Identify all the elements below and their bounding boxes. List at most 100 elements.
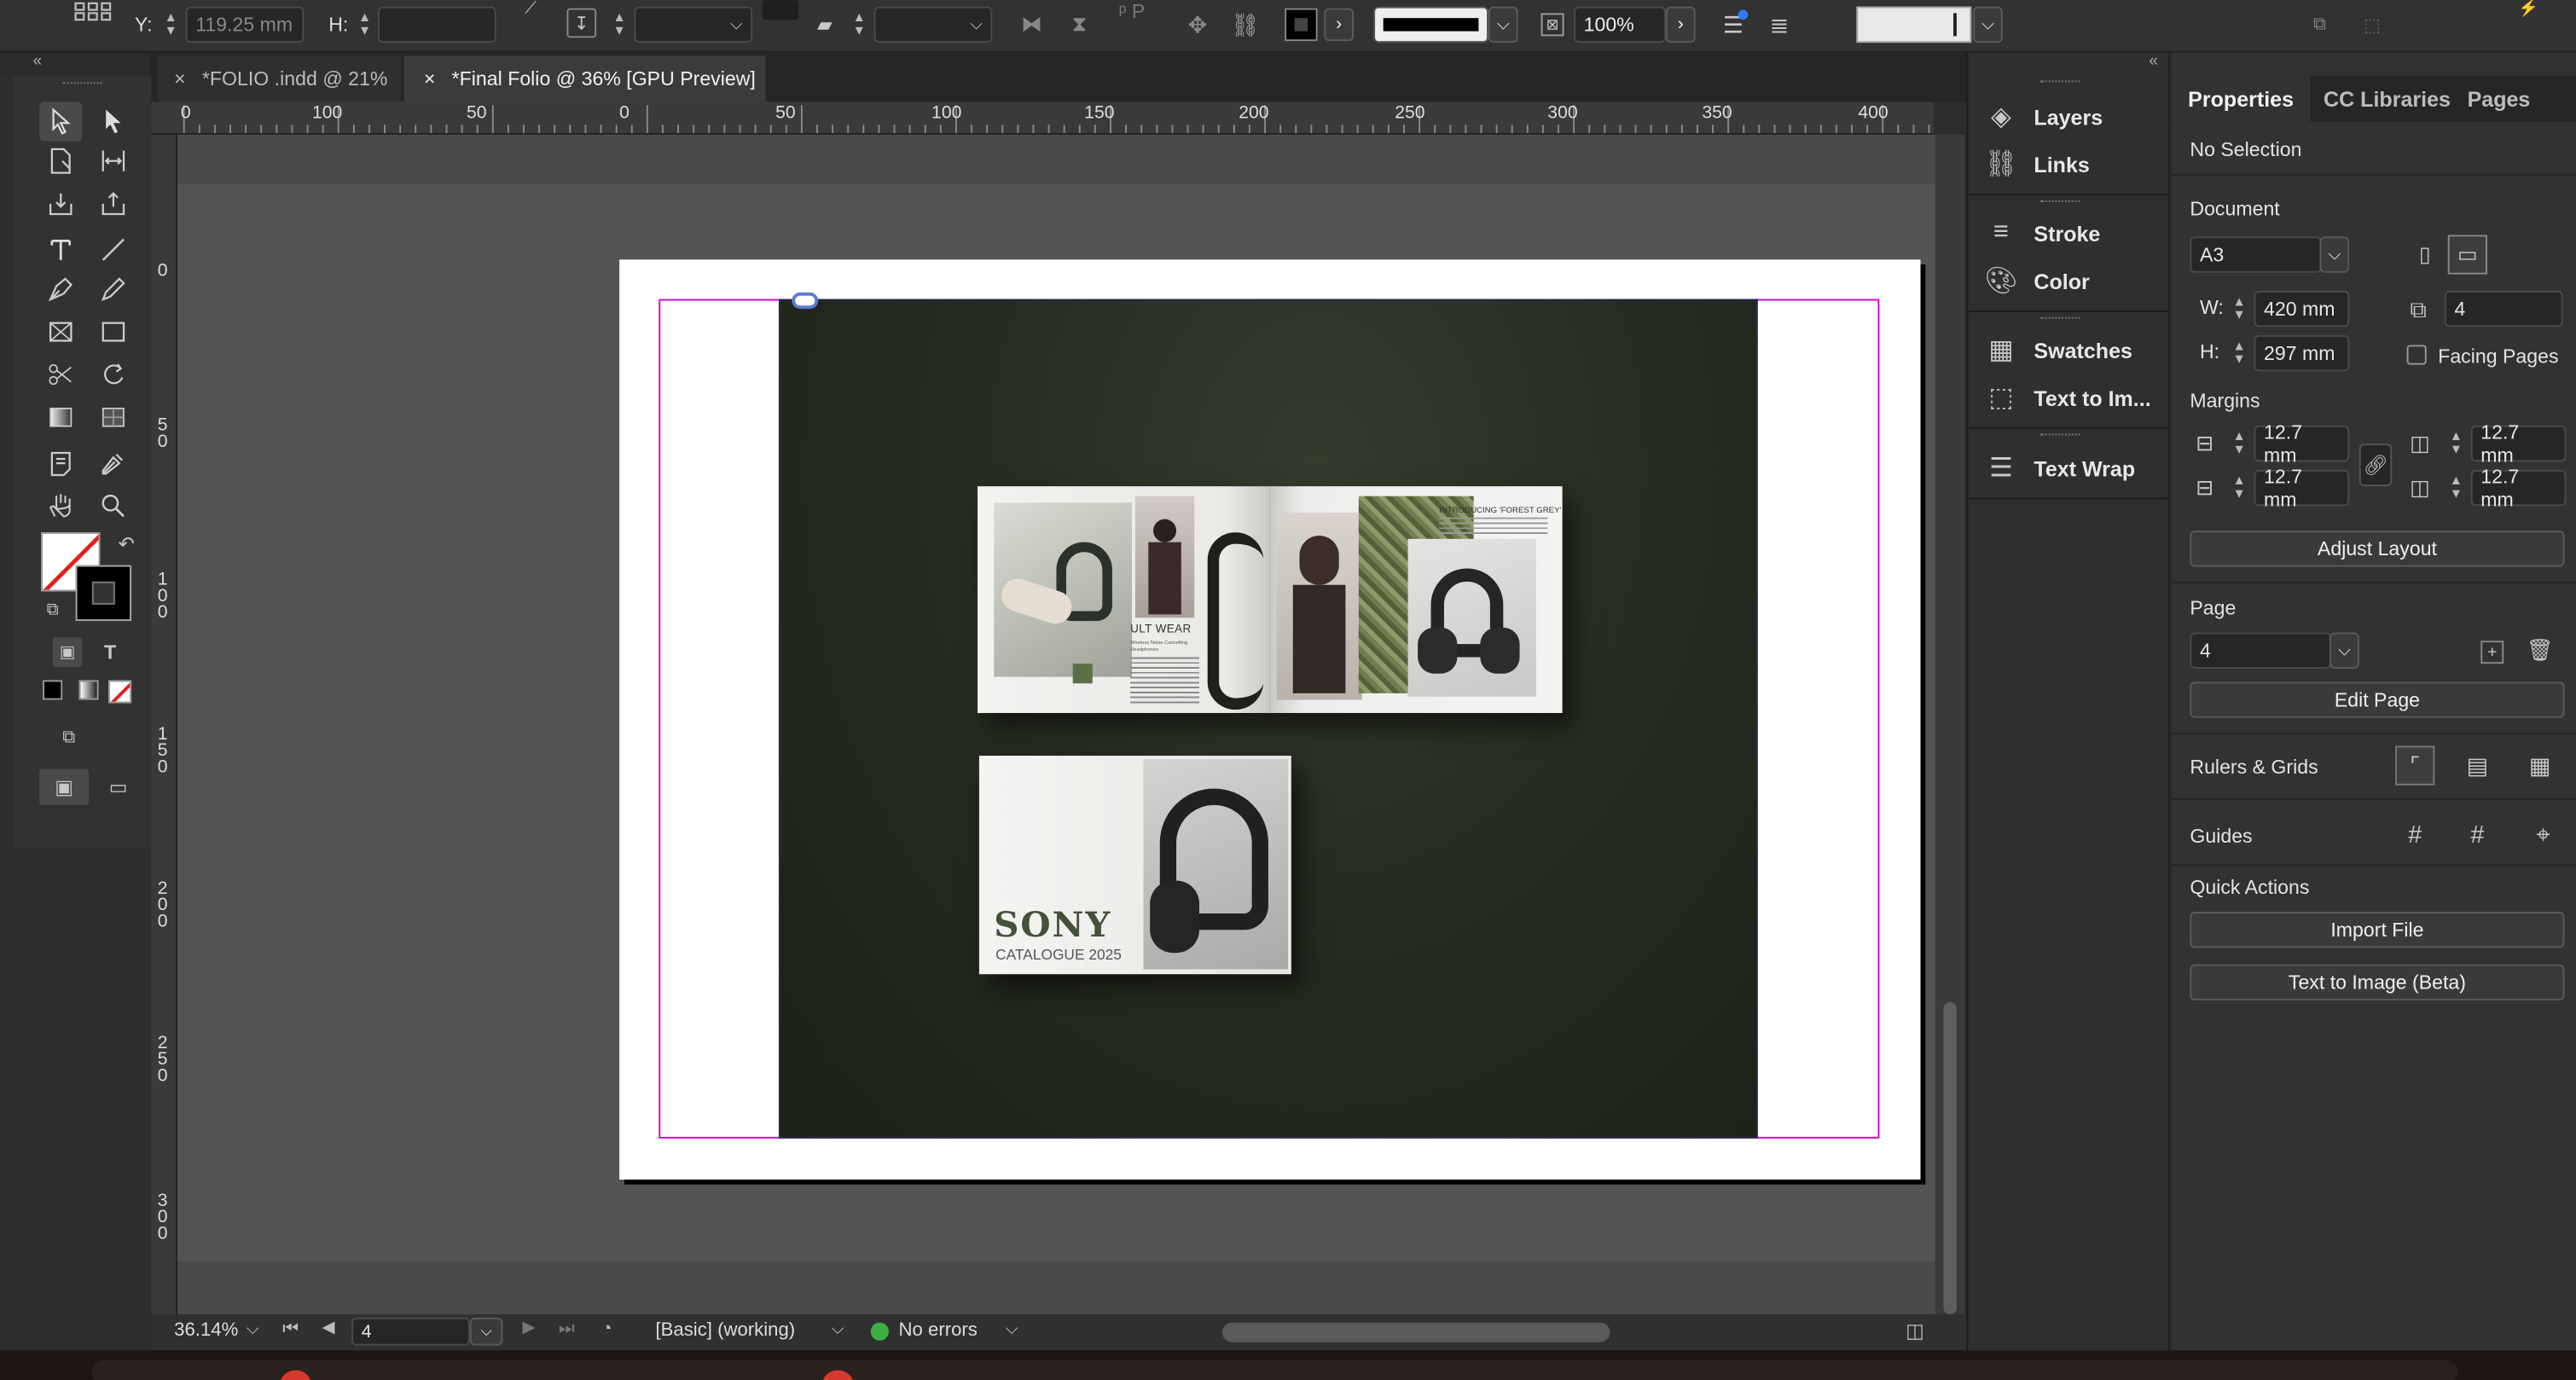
- toolbar-collapse-bar[interactable]: «: [0, 52, 152, 76]
- tab-properties[interactable]: Properties: [2172, 75, 2310, 122]
- gradient-feather-tool-icon[interactable]: [92, 397, 135, 437]
- flip-horizontal-icon[interactable]: ⧓: [1015, 10, 1048, 40]
- free-transform-tool-icon[interactable]: [92, 355, 135, 394]
- h-field[interactable]: [377, 6, 496, 43]
- rotate-field[interactable]: ⌵: [634, 6, 753, 43]
- document-preset-select[interactable]: A3: [2190, 236, 2322, 273]
- pages-count-field[interactable]: 4: [2444, 290, 2563, 328]
- margin-left-field[interactable]: 12.7 mm: [2470, 420, 2567, 467]
- margin-bottom-stepper[interactable]: ▲ ▼: [2228, 470, 2251, 506]
- vertical-scrollbar[interactable]: [1935, 134, 1965, 1314]
- shear-field[interactable]: ⌵: [873, 6, 993, 43]
- gradient-swatch-tool-icon[interactable]: [39, 397, 82, 437]
- show-guides-icon[interactable]: #: [2395, 815, 2434, 854]
- apply-color-icon[interactable]: [43, 680, 63, 700]
- zoom-tool-icon[interactable]: [92, 486, 135, 525]
- formatting-text-icon[interactable]: T: [96, 637, 125, 667]
- y-field[interactable]: 119.25 mm: [185, 6, 305, 43]
- zoom-dropdown-icon[interactable]: ⌵: [247, 1321, 259, 1339]
- zoom-level[interactable]: 36.14%: [174, 1321, 238, 1341]
- vertical-ruler[interactable]: 0 5 0 1 0 0 1 5 0 2 0 0 2 5 0 3 0 0: [151, 134, 178, 1314]
- object-style-field[interactable]: [1856, 6, 1972, 43]
- tab-final-folio[interactable]: × *Final Folio @ 36% [GPU Preview]: [403, 55, 766, 102]
- line-tool-icon[interactable]: [92, 230, 135, 270]
- page-tool-icon[interactable]: [39, 142, 82, 181]
- direct-selection-tool-icon[interactable]: [92, 101, 135, 141]
- horizontal-scroll-thumb[interactable]: [1221, 1322, 1610, 1342]
- delete-page-icon[interactable]: 🗑︎: [2527, 637, 2554, 664]
- width-field[interactable]: 420 mm: [2254, 290, 2350, 328]
- margin-top-field[interactable]: 12.7 mm: [2254, 420, 2350, 467]
- stroke-weight-field[interactable]: [1373, 6, 1488, 43]
- preview-mode-icon[interactable]: ▭: [102, 772, 135, 802]
- preflight-status[interactable]: No errors: [899, 1321, 978, 1341]
- selection-tool-icon[interactable]: [39, 101, 83, 142]
- facing-pages-checkbox[interactable]: [2406, 345, 2427, 365]
- tab-pages[interactable]: Pages: [2454, 76, 2543, 122]
- flip-vertical-icon[interactable]: ⧗: [1065, 7, 1094, 43]
- opacity-menu[interactable]: ›: [1665, 6, 1696, 43]
- normal-mode-icon[interactable]: ▣: [39, 768, 90, 805]
- object-style-menu[interactable]: ⌵: [1973, 6, 2003, 43]
- ruler-toggle-icon[interactable]: ⌜: [2395, 745, 2435, 786]
- panel-item-text-wrap[interactable]: ☰ Text Wrap: [1968, 447, 2168, 490]
- margin-top-stepper[interactable]: ▲ ▼: [2228, 426, 2251, 461]
- adjust-layout-button[interactable]: Adjust Layout: [2190, 531, 2565, 567]
- horizontal-ruler[interactable]: 0 100 50 0 50 100 150 200 250 300 350 40…: [151, 101, 1934, 135]
- page-number-dropdown[interactable]: ⌵: [469, 1317, 503, 1346]
- opacity-field[interactable]: 100%: [1574, 6, 1666, 43]
- panel-item-links[interactable]: ⛓ Links: [1968, 143, 2168, 186]
- page-select[interactable]: 4: [2190, 632, 2332, 669]
- landscape-orientation-button[interactable]: ▭: [2447, 235, 2487, 275]
- link-margins-icon[interactable]: 🔗︎: [2358, 444, 2393, 487]
- collapse-panels-icon[interactable]: «: [2149, 53, 2158, 71]
- h-stepper[interactable]: ▲ ▼: [353, 7, 376, 43]
- content-placer-icon[interactable]: [92, 184, 135, 223]
- eyedropper-tool-icon[interactable]: [92, 444, 135, 483]
- align-top-icon[interactable]: ↧: [566, 8, 597, 38]
- scissors-tool-icon[interactable]: [39, 355, 82, 394]
- preflight-status-dropdown-icon[interactable]: ⌵: [1006, 1321, 1018, 1339]
- vertical-scroll-thumb[interactable]: [1943, 1001, 1957, 1314]
- stroke-swatch[interactable]: [1285, 8, 1318, 42]
- tab-cc-libraries[interactable]: CC Libraries: [2317, 76, 2458, 122]
- document-grid-icon[interactable]: ▦: [2523, 749, 2556, 782]
- pen-tool-icon[interactable]: [39, 270, 82, 309]
- grip-group-2[interactable]: [2040, 200, 2080, 202]
- stroke-swatch-menu[interactable]: ›: [1324, 8, 1355, 42]
- rectangle-tool-icon[interactable]: [92, 312, 135, 351]
- frame-fitting-icon[interactable]: ⧉: [2303, 13, 2336, 36]
- y-stepper[interactable]: ▲ ▼: [160, 7, 183, 43]
- margin-right-field[interactable]: 12.7 mm: [2470, 465, 2567, 511]
- pencil-tool-icon[interactable]: [92, 270, 135, 309]
- artwork-image-frame[interactable]: ULT WEAR Wireless Noise Cancelling Headp…: [778, 292, 1758, 1139]
- height-field[interactable]: 297 mm: [2254, 334, 2350, 372]
- height-stepper[interactable]: ▲ ▼: [2228, 335, 2251, 371]
- grip-group-4[interactable]: [2040, 433, 2080, 436]
- lock-guides-icon[interactable]: #: [2457, 815, 2497, 854]
- pasteboard[interactable]: ULT WEAR Wireless Noise Cancelling Headp…: [177, 134, 1935, 1314]
- import-file-button[interactable]: Import File: [2190, 912, 2565, 948]
- panel-item-color[interactable]: 🎨︎ Color: [1968, 259, 2168, 302]
- quick-apply-icon[interactable]: ⚡: [2517, 0, 2540, 17]
- note-tool-icon[interactable]: [39, 444, 82, 483]
- formatting-container-icon[interactable]: ▣: [52, 637, 83, 668]
- select-content-icon[interactable]: ⛓: [1226, 10, 1265, 40]
- shear-button[interactable]: [762, 0, 799, 20]
- page-select-dropdown[interactable]: ⌵: [2329, 632, 2359, 669]
- last-page-icon[interactable]: ⏭: [559, 1319, 575, 1341]
- baseline-grid-icon[interactable]: ▤: [2461, 749, 2494, 782]
- page-number-field[interactable]: 4: [351, 1317, 470, 1346]
- paragraph-p-icon[interactable]: ᵖ P: [1111, 0, 1153, 23]
- split-layout-icon[interactable]: ◫: [1906, 1319, 1924, 1342]
- auto-fit-icon[interactable]: ⬚: [2356, 13, 2389, 36]
- tab-close-icon[interactable]: ×: [174, 67, 186, 90]
- tab-folio[interactable]: × *FOLIO .indd @ 21%: [157, 55, 401, 102]
- text-to-image-button[interactable]: Text to Image (Beta): [2190, 964, 2565, 1001]
- grip-group-1[interactable]: [2040, 80, 2080, 83]
- content-collector-icon[interactable]: [39, 184, 82, 223]
- preflight-profile-dropdown-icon[interactable]: ⌵: [832, 1321, 844, 1339]
- grip-group-3[interactable]: [2040, 316, 2080, 319]
- tools-grip[interactable]: [62, 82, 102, 87]
- margin-left-stepper[interactable]: ▲ ▼: [2445, 426, 2468, 461]
